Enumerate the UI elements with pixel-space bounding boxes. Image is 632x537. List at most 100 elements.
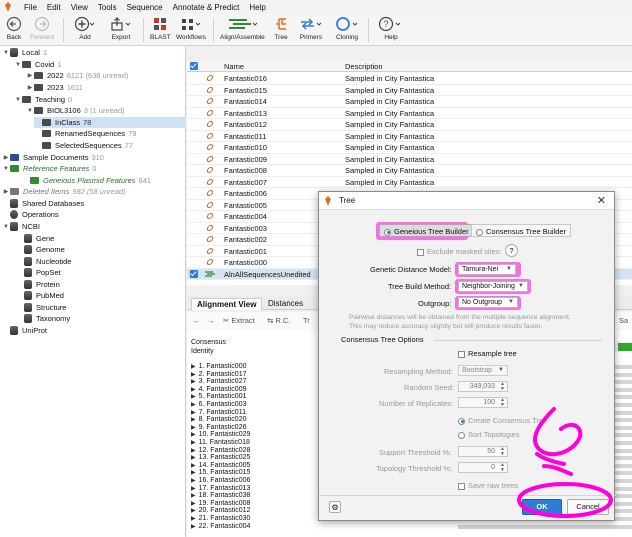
distance-model-select[interactable]: Tamura-Nei ▼ [458,264,516,275]
menu-view[interactable]: View [66,3,93,12]
tree-item-sample-documents[interactable]: ▶ Sample Documents 310 [2,152,104,163]
tree-build-method-select[interactable]: Neighbor-Joining ▼ [458,281,528,292]
gear-icon[interactable]: ⚙ [329,501,341,513]
menu-sequence[interactable]: Sequence [122,3,168,12]
tab-alignment-view[interactable]: Alignment View [191,298,263,310]
workflows-button[interactable]: Workflows [176,16,206,41]
sequence-row[interactable]: ▶ 11. Fantastic018 [191,439,250,446]
tree-item-teaching[interactable]: ▼ Teaching 0 [14,94,72,105]
menu-file[interactable]: File [19,3,42,12]
sequence-row[interactable]: ▶ 19. Fantastic008 [191,500,250,507]
sequence-row[interactable]: ▶ 8. Fantastic020 [191,416,247,423]
sequence-row[interactable]: ▶ 4. Fantastic009 [191,386,247,393]
chevron-down-icon: ▼ [498,367,504,373]
select-all-checkbox[interactable] [190,62,198,72]
tree-item-pubmed[interactable]: PubMed [16,290,64,301]
sequence-row[interactable]: ▶ 17. Fantastic013 [191,485,250,492]
add-button[interactable]: Add [74,16,96,41]
help-button[interactable]: ? Help [378,16,404,41]
tree-button[interactable]: Tree [273,16,289,41]
sequence-row[interactable]: ▶ 9. Fantastic026 [191,424,247,431]
tree-item-selected-sequences[interactable]: SelectedSequences 77 [34,140,133,151]
save-button[interactable]: Sa [619,316,628,325]
tree-item-deleted-items[interactable]: ▶ Deleted Items 982 (58 unread) [2,186,126,197]
tree-item-structure[interactable]: Structure [16,302,66,313]
tree-item-covid[interactable]: ▼ Covid 1 [14,59,61,70]
tree-item-2022[interactable]: ▶ 2022 6121 (638 unread) [26,70,129,81]
sequence-row[interactable]: ▶ 13. Fantastic025 [191,454,250,461]
table-row[interactable]: Fantastic014 Sampled in City Fantastica [187,96,632,108]
extract-button[interactable]: ✂ Extract [223,316,255,325]
row-checkbox[interactable] [190,269,198,278]
sequence-row[interactable]: ▶ 10. Fantastic029 [191,431,250,438]
cloning-button[interactable]: Cloning [334,16,360,41]
exclude-masked-checkbox[interactable]: Exclude masked sites: [417,247,502,256]
tree-item-shared-databases[interactable]: Shared Databases [2,198,84,209]
back-button[interactable]: Back [6,16,22,41]
table-row[interactable]: Fantastic007 Sampled in City Fantastica [187,177,632,188]
export-button[interactable]: Export [110,16,132,41]
column-header-name[interactable]: Name [224,62,244,71]
sequence-row[interactable]: ▶ 15. Fantastic015 [191,469,250,476]
sequence-row[interactable]: ▶ 22. Fantastic004 [191,523,250,530]
tree-item-local[interactable]: ▼ Local 1 [2,47,47,58]
close-icon[interactable]: ✕ [597,194,606,207]
forward-button[interactable]: Forward [30,16,54,41]
sequence-row[interactable]: ▶ 1. Fantastic000 [191,363,247,370]
resampling-method-select[interactable]: Bootstrap ▼ [458,365,508,376]
resample-checkbox[interactable]: Resample tree [458,349,517,358]
tree-item-genome[interactable]: Genome [16,244,65,255]
consensus-tree-builder-button[interactable]: Consensus Tree Builder [471,224,572,237]
tree-item-renamed-sequences[interactable]: RenamedSequences 79 [34,128,136,139]
sequence-row[interactable]: ▶ 3. Fantastic027 [191,378,247,385]
table-row[interactable]: Fantastic009 Sampled in City Fantastica [187,154,632,165]
tree-item-operations[interactable]: Operations [2,209,59,220]
sequence-row[interactable]: ▶ 5. Fantastic001 [191,393,247,400]
nav-back-icon[interactable]: ← [193,316,201,325]
tree-item-ncbi[interactable]: ▼ NCBI [2,221,40,232]
nav-forward-icon[interactable]: → [207,316,215,325]
geneious-tree-builder-button[interactable]: Geneious Tree Builder [379,224,474,237]
tree-item-2023[interactable]: ▶ 2023 1611 [26,82,83,93]
tree-item-plasmid-features[interactable]: Geneious Plasmid Features 841 [22,175,151,186]
tree-item-reference-features[interactable]: ▼ Reference Features 0 [2,163,96,174]
table-row[interactable]: Fantastic012 Sampled in City Fantastica [187,119,632,131]
tree-item-protein[interactable]: Protein [16,279,60,290]
table-row[interactable]: Fantastic011 Sampled in City Fantastica [187,131,632,142]
menu-help[interactable]: Help [244,3,270,12]
tree-item-popset[interactable]: PopSet [16,267,61,278]
menu-edit[interactable]: Edit [42,3,66,12]
primers-button[interactable]: Primers [298,16,324,41]
sequence-row[interactable]: ▶ 18. Fantastic038 [191,492,250,499]
menu-annotate-predict[interactable]: Annotate & Predict [168,3,245,12]
sequence-row[interactable]: ▶ 21. Fantastic030 [191,515,250,522]
random-seed-input[interactable]: 349,033 ▲ ▼ [458,381,508,392]
outgroup-select[interactable]: No Outgroup ▼ [458,297,518,308]
tree-item-gene[interactable]: Gene [16,233,54,244]
sequence-row[interactable]: ▶ 7. Fantastic011 [191,409,246,416]
blast-button[interactable]: BLAST [150,16,171,41]
table-row[interactable]: Fantastic016 Sampled in City Fantastica [187,73,632,85]
tree-item-inclass[interactable]: InClass 78 [34,117,186,128]
sequence-row[interactable]: ▶ 12. Fantastic028 [191,447,250,454]
table-row[interactable]: Fantastic010 Sampled in City Fantastica [187,142,632,154]
sequence-row[interactable]: ▶ 14. Fantastic005 [191,462,250,469]
align-assemble-button[interactable]: Align/Assemble [220,16,265,41]
table-row[interactable]: Fantastic015 Sampled in City Fantastica [187,85,632,96]
menu-tools[interactable]: Tools [93,3,122,12]
tree-item-uniprot[interactable]: UniProt [2,325,47,336]
tree-item-taxonomy[interactable]: Taxonomy [16,313,70,324]
sequence-row[interactable]: ▶ 2. Fantastic017 [191,371,247,378]
sequence-row[interactable]: ▶ 16. Fantastic006 [191,477,250,484]
sequence-row[interactable]: ▶ 20. Fantastic012 [191,507,250,514]
column-header-description[interactable]: Description [345,62,383,71]
tree-item-biol3106[interactable]: ▼ BIOL3106 3 (1 unread) [26,105,125,116]
table-row[interactable]: Fantastic013 Sampled in City Fantastica [187,108,632,119]
sequence-row[interactable]: ▶ 6. Fantastic003 [191,401,247,408]
table-row[interactable]: Fantastic008 Sampled in City Fantastica [187,165,632,177]
translate-button[interactable]: Tr [303,316,310,325]
reverse-complement-button[interactable]: ⇆ R.C. [267,316,290,325]
tab-distances[interactable]: Distances [263,298,308,310]
tree-item-nucleotide[interactable]: Nucleotide [16,256,71,267]
help-button[interactable]: ? [505,244,518,257]
